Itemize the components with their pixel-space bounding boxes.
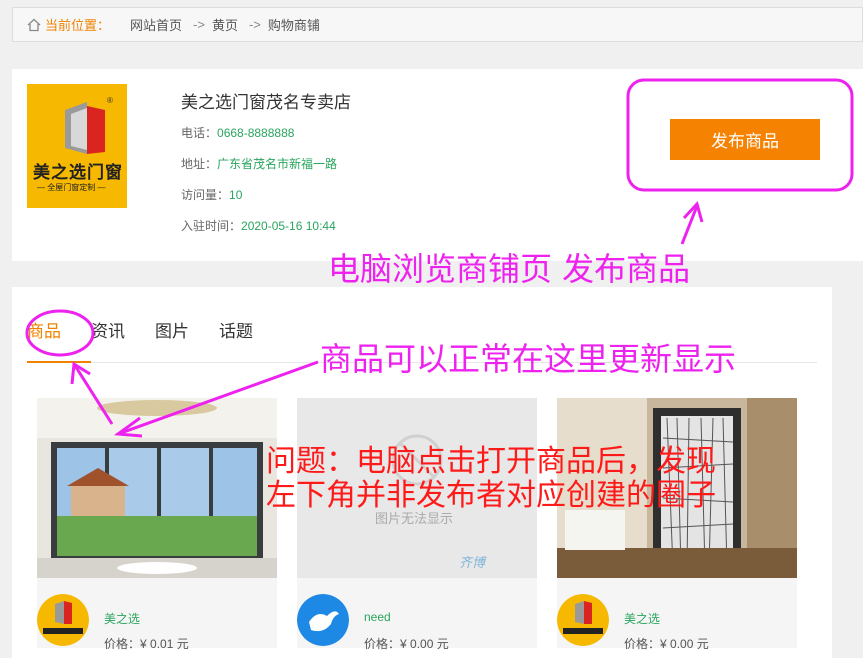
annotation-problem-line2: 左下角并非发布者对应创建的圈子 — [266, 478, 716, 513]
shop-visits-row: 访问量：10 — [181, 186, 242, 203]
watermark-text: 齐博 — [459, 555, 486, 570]
breadcrumb: 当前位置： 网站首页 -> 黄页 -> 购物商铺 — [12, 7, 863, 42]
breadcrumb-label: 当前位置： — [45, 18, 111, 33]
price-value: ¥ 0.00 元 — [660, 637, 709, 651]
phone-label: 电话： — [181, 126, 218, 140]
product-seller-link[interactable]: 美之选 — [624, 610, 660, 627]
seller-avatar[interactable] — [557, 594, 609, 646]
breadcrumb-separator: -> — [248, 17, 261, 32]
breadcrumb-current: 购物商铺 — [267, 18, 320, 33]
tab-products[interactable]: 商品 — [27, 317, 61, 342]
shop-name: 美之选门窗茂名专卖店 — [181, 93, 351, 112]
product-price: 价格：¥ 0.01 元 — [104, 635, 189, 652]
logo-text: 美之选门窗 — [33, 163, 123, 182]
price-value: ¥ 0.00 元 — [400, 637, 449, 651]
sliding-door-image — [37, 398, 277, 578]
bird-avatar-icon — [297, 594, 349, 646]
product-seller-link[interactable]: 美之选 — [104, 610, 140, 627]
joined-label: 入驻时间： — [181, 219, 242, 233]
breadcrumb-separator: -> — [193, 17, 205, 32]
product-card[interactable]: 美之选 价格：¥ 0.01 元 — [37, 398, 277, 651]
door-logo-icon — [65, 102, 105, 154]
tab-images[interactable]: 图片 — [155, 317, 189, 342]
shop-joined-row: 入驻时间：2020-05-16 10:44 — [181, 217, 336, 234]
registered-mark: ® — [107, 96, 113, 105]
seller-avatar[interactable] — [297, 594, 349, 646]
address-label: 地址： — [181, 157, 218, 171]
logo-subtitle: — 全屋门窗定制 — — [37, 183, 106, 192]
address-value: 广东省茂名市新福一路 — [217, 157, 338, 171]
shop-address-row: 地址：广东省茂名市新福一路 — [181, 155, 337, 172]
home-icon — [27, 18, 41, 32]
product-seller-link[interactable]: need — [364, 610, 391, 624]
tab-bar: 商品 资讯 图片 话题 — [27, 317, 283, 342]
breadcrumb-yellowpages-link[interactable]: 黄页 — [212, 15, 238, 34]
publish-product-button[interactable]: 发布商品 — [670, 119, 820, 160]
joined-value: 2020-05-16 10:44 — [241, 219, 336, 233]
active-tab-indicator — [27, 361, 91, 363]
annotation-top: 电脑浏览商铺页 发布商品 — [328, 250, 691, 288]
annotation-middle: 商品可以正常在这里更新显示 — [320, 340, 737, 378]
product-price: 价格：¥ 0.00 元 — [624, 635, 709, 652]
seller-avatar[interactable] — [37, 594, 89, 646]
visits-value: 10 — [229, 188, 243, 202]
shop-header-card: ® 美之选门窗 — 全屋门窗定制 — 美之选门窗茂名专卖店 电话：0668-88… — [12, 69, 863, 261]
tab-topics[interactable]: 话题 — [219, 317, 253, 342]
shop-logo-avatar-icon — [37, 594, 89, 646]
product-image[interactable] — [37, 398, 277, 578]
breadcrumb-home-link[interactable]: 网站首页 — [130, 15, 182, 34]
shop-logo: ® 美之选门窗 — 全屋门窗定制 — — [27, 84, 127, 208]
price-label: 价格： — [104, 637, 141, 651]
price-label: 价格： — [624, 637, 661, 651]
product-price: 价格：¥ 0.00 元 — [364, 635, 449, 652]
price-label: 价格： — [364, 637, 401, 651]
price-value: ¥ 0.01 元 — [140, 637, 189, 651]
visits-label: 访问量： — [181, 188, 230, 202]
shop-phone-row: 电话：0668-8888888 — [181, 124, 294, 141]
tab-news[interactable]: 资讯 — [91, 317, 125, 342]
phone-value: 0668-8888888 — [217, 126, 295, 140]
shop-logo-avatar-icon — [557, 594, 609, 646]
